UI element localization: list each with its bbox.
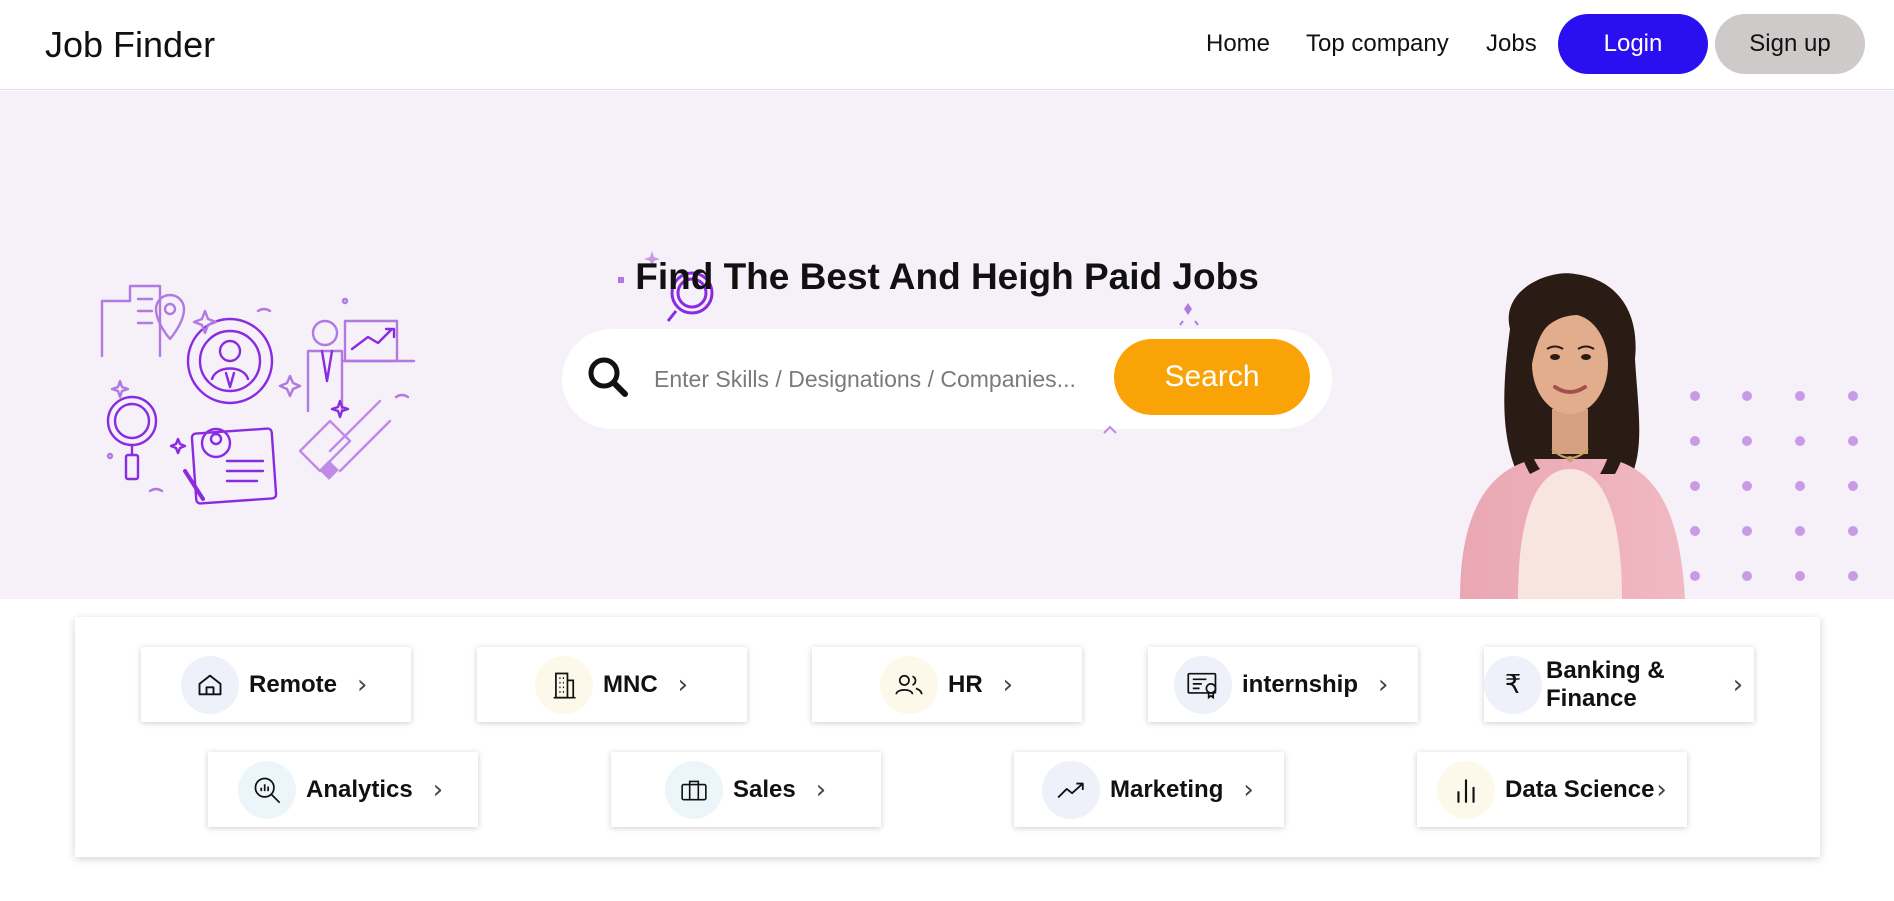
- chevron-right-icon: ›: [1002, 669, 1014, 700]
- woman-photo: [1460, 273, 1685, 599]
- job-search-illustration: [100, 284, 416, 505]
- search-input[interactable]: [654, 355, 1084, 403]
- category-label: MNC: [603, 670, 658, 698]
- search-bar: Search: [562, 329, 1332, 429]
- category-remote[interactable]: Remote ›: [141, 647, 411, 722]
- chevron-right-icon: ›: [357, 669, 368, 700]
- login-button[interactable]: Login: [1558, 14, 1708, 74]
- category-hr[interactable]: HR ›: [812, 647, 1082, 722]
- category-label: Data Science: [1505, 775, 1655, 803]
- category-label-line2: Finance: [1546, 684, 1637, 712]
- category-mnc[interactable]: MNC ›: [477, 647, 747, 722]
- chevron-right-icon: ›: [677, 669, 689, 700]
- category-label: HR: [948, 670, 983, 698]
- category-analytics[interactable]: Analytics ›: [208, 752, 478, 827]
- briefcase-icon: [665, 760, 723, 819]
- building-icon: [535, 655, 593, 714]
- bar-chart-icon: [1437, 760, 1495, 819]
- chevron-right-icon: ›: [815, 774, 827, 805]
- users-icon: [880, 655, 938, 714]
- search-button[interactable]: Search: [1114, 339, 1310, 415]
- chevron-right-icon: ›: [1378, 669, 1389, 700]
- signup-button[interactable]: Sign up: [1715, 14, 1865, 74]
- chevron-right-icon: ›: [1243, 774, 1254, 805]
- decorative-caret: [1103, 425, 1117, 434]
- rupee-icon: ₹: [1484, 655, 1542, 714]
- hero-section: Find The Best And Heigh Paid Jobs Search: [0, 91, 1894, 599]
- nav-top-company[interactable]: Top company: [1306, 30, 1449, 58]
- certificate-icon: [1174, 655, 1232, 714]
- nav-home[interactable]: Home: [1206, 30, 1270, 58]
- category-marketing[interactable]: Marketing ›: [1014, 752, 1284, 827]
- category-data-science[interactable]: Data Science ›: [1417, 752, 1687, 827]
- chevron-right-icon: ›: [1732, 669, 1744, 700]
- home-icon: [181, 655, 239, 714]
- category-label: Sales: [733, 775, 796, 803]
- trend-up-icon: [1042, 760, 1100, 819]
- category-label: Analytics: [306, 775, 413, 803]
- nav-jobs[interactable]: Jobs: [1486, 30, 1537, 58]
- category-panel: Remote › MNC › HR › internship › ₹ Banki…: [75, 617, 1820, 857]
- chevron-right-icon: ›: [1656, 774, 1667, 805]
- category-label: Banking & Finance: [1546, 657, 1665, 713]
- decorative-dots: [1690, 391, 1858, 581]
- category-label: Marketing: [1110, 775, 1224, 803]
- analytics-icon: [238, 760, 296, 819]
- navbar: Job Finder Home Top company Jobs Login S…: [0, 0, 1894, 90]
- category-banking-finance[interactable]: ₹ Banking & Finance ›: [1484, 647, 1754, 722]
- category-label: internship: [1242, 670, 1359, 698]
- chevron-right-icon: ›: [432, 774, 444, 805]
- category-sales[interactable]: Sales ›: [611, 752, 881, 827]
- brand-logo[interactable]: Job Finder: [45, 24, 215, 66]
- category-label-line1: Banking &: [1546, 656, 1665, 684]
- search-icon: [588, 357, 628, 397]
- category-label: Remote: [249, 670, 338, 698]
- category-internship[interactable]: internship ›: [1148, 647, 1418, 722]
